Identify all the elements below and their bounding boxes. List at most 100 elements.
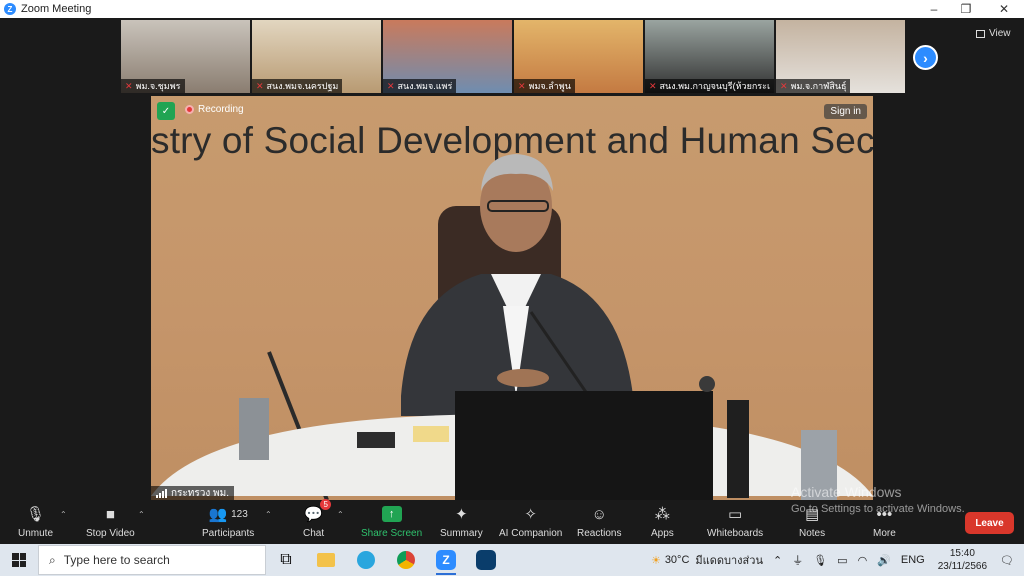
share-screen-icon: ↑ bbox=[381, 506, 402, 522]
file-explorer-icon[interactable] bbox=[306, 544, 346, 576]
participant-tile[interactable]: ✕ สนง.พมจ.แพร่ bbox=[383, 20, 512, 93]
search-icon: ⌕ bbox=[49, 552, 56, 567]
microphone-icon[interactable]: 🎙 bbox=[808, 554, 832, 567]
whiteboards-button[interactable]: ▭ Whiteboards bbox=[707, 503, 763, 539]
participant-tile[interactable]: ✕ พม.จ.กาฬสินธุ์ bbox=[776, 20, 905, 93]
notes-label: Notes bbox=[799, 528, 826, 539]
sign-in-button[interactable]: Sign in bbox=[824, 104, 867, 119]
speaker-namebar: กระทรวง พม. bbox=[151, 486, 234, 500]
participant-name: พมจ.ลำพูน bbox=[528, 81, 571, 91]
participant-name: สนง.พม.กาญจนบุรี(ห้วยกระเจา) bbox=[659, 81, 770, 91]
more-label: More bbox=[873, 528, 896, 539]
participant-namebar: ✕สนง.พม.กาญจนบุรี(ห้วยกระเจา) bbox=[645, 79, 774, 93]
weather-widget[interactable]: ☀ 30°C มีแดดบางส่วน bbox=[646, 551, 768, 569]
summary-button[interactable]: ✦ Summary bbox=[440, 503, 483, 539]
chat-icon: 💬 5 bbox=[304, 499, 331, 525]
recording-indicator[interactable]: Recording bbox=[185, 104, 244, 115]
participants-button[interactable]: 👥 123 Participants bbox=[202, 503, 254, 539]
ai-companion-label: AI Companion bbox=[499, 528, 563, 539]
clock-time: 15:40 bbox=[949, 548, 975, 559]
clock[interactable]: 15:40 23/11/2566 bbox=[930, 547, 995, 573]
security-shield-icon[interactable]: ✓ bbox=[157, 102, 175, 120]
zoom-logo-icon: Z bbox=[4, 3, 16, 15]
muted-mic-icon: ✕ bbox=[387, 80, 395, 91]
reactions-button[interactable]: ☺ Reactions bbox=[577, 503, 622, 540]
participants-icon: 👥 123 bbox=[208, 506, 248, 523]
participant-namebar: ✕ สนง.พมจ.แพร่ bbox=[383, 79, 457, 93]
taskbar-search-box[interactable]: ⌕ Type here to search bbox=[38, 545, 266, 575]
close-button[interactable]: ✕ bbox=[986, 0, 1022, 18]
weather-condition: มีแดดบางส่วน bbox=[695, 555, 763, 567]
language-indicator[interactable]: ENG bbox=[896, 554, 930, 566]
start-button[interactable] bbox=[0, 544, 38, 576]
participant-name: สนง.พมจ.แพร่ bbox=[397, 81, 453, 91]
show-hidden-icons-button[interactable]: ⌃ bbox=[768, 554, 787, 567]
window-title: Zoom Meeting bbox=[21, 3, 92, 15]
muted-mic-icon: ✕ bbox=[125, 80, 133, 91]
task-view-icon[interactable]: ⧉ bbox=[266, 544, 306, 576]
unmute-button[interactable]: 🎙 Unmute bbox=[18, 503, 53, 539]
participant-tile[interactable]: ✕ พมจ.ลำพูน bbox=[514, 20, 643, 93]
activate-windows-hint: Go to Settings to activate Windows. bbox=[791, 503, 965, 515]
system-tray: ☀ 30°C มีแดดบางส่วน ⌃ ⏚ 🎙 ▭ ◠ 🔊 ENG 15:4… bbox=[646, 544, 1024, 576]
reactions-label: Reactions bbox=[577, 528, 622, 539]
windows-logo-icon bbox=[12, 553, 26, 567]
chat-button[interactable]: 💬 5 Chat bbox=[303, 499, 331, 539]
video-options-caret[interactable]: ⌃ bbox=[138, 510, 145, 519]
chat-options-caret[interactable]: ⌃ bbox=[337, 510, 344, 519]
leave-button[interactable]: Leave bbox=[965, 512, 1014, 534]
apps-label: Apps bbox=[651, 528, 674, 539]
share-screen-button[interactable]: ↑ Share Screen bbox=[361, 503, 422, 539]
restore-button[interactable]: ❐ bbox=[948, 0, 984, 18]
zoom-app-icon[interactable]: Z bbox=[426, 544, 466, 576]
battery-icon[interactable]: ▭ bbox=[832, 554, 852, 567]
view-label: View bbox=[989, 28, 1011, 39]
whiteboard-icon: ▭ bbox=[727, 506, 743, 523]
participant-name: พม.จ.ชุมพร bbox=[135, 81, 181, 91]
participant-namebar: ✕ พม.จ.กาฬสินธุ์ bbox=[776, 79, 851, 93]
view-button[interactable]: View bbox=[976, 28, 1011, 39]
muted-mic-icon: ✕ bbox=[518, 80, 526, 91]
weather-temp: 30°C bbox=[664, 554, 690, 566]
participant-tile[interactable]: ✕ พม.จ.ชุมพร bbox=[121, 20, 250, 93]
usb-icon[interactable]: ⏚ bbox=[787, 552, 808, 568]
minimize-button[interactable]: – bbox=[916, 0, 952, 18]
audio-options-caret[interactable]: ⌃ bbox=[60, 510, 67, 519]
participant-namebar: ✕ สนง.พมจ.นครปฐม bbox=[252, 79, 343, 93]
participant-tile[interactable]: ✕ สนง.พมจ.นครปฐม bbox=[252, 20, 381, 93]
chrome-browser-icon[interactable] bbox=[386, 544, 426, 576]
search-placeholder: Type here to search bbox=[63, 553, 170, 567]
notifications-icon[interactable]: 🗨 bbox=[995, 554, 1024, 567]
apps-icon: ⁂ bbox=[654, 506, 670, 523]
wifi-icon[interactable]: ◠ bbox=[853, 554, 873, 567]
laptop bbox=[455, 391, 713, 500]
summary-icon: ✦ bbox=[455, 506, 468, 523]
ai-companion-button[interactable]: ✧ AI Companion bbox=[499, 503, 562, 539]
recording-label: Recording bbox=[198, 104, 244, 115]
sparkle-icon: ✧ bbox=[524, 506, 537, 523]
muted-mic-icon: 🎙 bbox=[25, 506, 46, 523]
webex-app-icon[interactable] bbox=[466, 544, 506, 576]
window-titlebar: Z Zoom Meeting – ❐ ✕ bbox=[0, 0, 1024, 18]
participants-options-caret[interactable]: ⌃ bbox=[265, 510, 272, 519]
whiteboards-label: Whiteboards bbox=[707, 528, 764, 539]
participant-name: พม.จ.กาฬสินธุ์ bbox=[790, 81, 847, 91]
next-page-button[interactable]: › bbox=[913, 45, 938, 70]
stop-video-button[interactable]: ■ Stop Video bbox=[86, 503, 135, 540]
apps-button[interactable]: ⁂ Apps bbox=[651, 503, 674, 539]
weather-icon: ☀ bbox=[650, 554, 661, 567]
muted-mic-icon: ✕ bbox=[780, 80, 788, 91]
participant-strip: ✕ พม.จ.ชุมพร ✕ สนง.พมจ.นครปฐม ✕ สนง.พมจ.แพร… bbox=[121, 20, 905, 93]
stop-video-label: Stop Video bbox=[86, 528, 135, 539]
main-speaker-video[interactable]: stry of Social Development and Human Sec… bbox=[151, 96, 873, 500]
edge-browser-icon[interactable] bbox=[346, 544, 386, 576]
volume-icon[interactable]: 🔊 bbox=[872, 554, 896, 567]
participant-name: สนง.พมจ.นครปฐม bbox=[266, 81, 339, 91]
activate-windows-watermark: Activate Windows bbox=[791, 484, 902, 500]
chevron-right-icon: › bbox=[923, 49, 928, 66]
video-camera-icon: ■ bbox=[105, 505, 115, 523]
summary-label: Summary bbox=[440, 528, 483, 539]
participants-count: 123 bbox=[231, 508, 248, 520]
participant-tile[interactable]: ✕สนง.พม.กาญจนบุรี(ห้วยกระเจา) bbox=[645, 20, 774, 93]
grid-view-icon bbox=[976, 29, 985, 38]
